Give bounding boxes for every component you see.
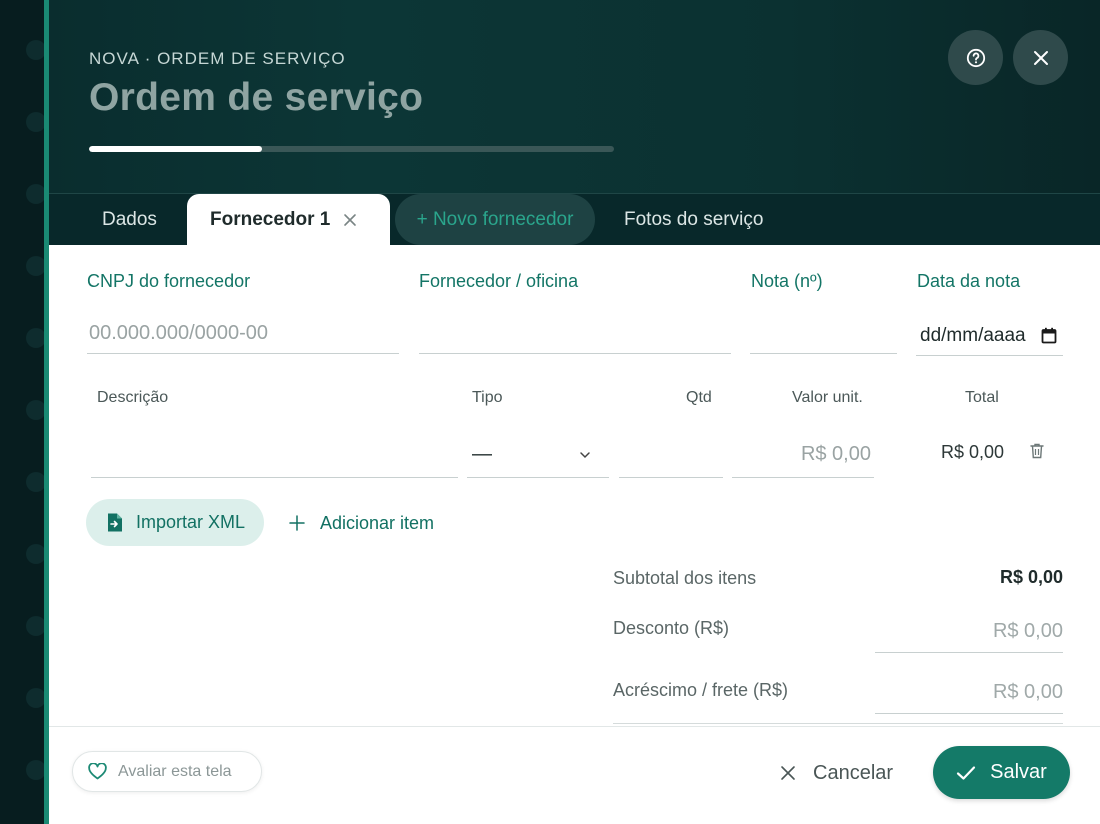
- unit-value-placeholder: R$ 0,00: [800, 443, 871, 465]
- column-qty: Qtd: [686, 389, 712, 406]
- chevron-down-icon: [580, 451, 590, 458]
- page-title: Ordem de serviço: [89, 76, 424, 119]
- column-unit-value: Valor unit.: [792, 389, 863, 406]
- tab-bar: Dados Fornecedor 1 + Novo fornecedor Fot…: [49, 193, 1100, 246]
- close-tab-icon[interactable]: [343, 213, 357, 227]
- eyebrow-text: NOVA · ORDEM DE SERVIÇO: [89, 49, 346, 68]
- add-item-label: Adicionar item: [320, 512, 435, 533]
- item-description-input[interactable]: [91, 432, 458, 478]
- help-button[interactable]: [948, 30, 1003, 85]
- heart-icon: [88, 763, 107, 780]
- cnpj-label: CNPJ do fornecedor: [87, 271, 251, 291]
- cancel-button[interactable]: Cancelar: [780, 757, 893, 789]
- import-xml-label: Importar XML: [136, 512, 246, 532]
- invoice-date-label: Data da nota: [917, 271, 1021, 291]
- save-label: Salvar: [990, 761, 1047, 783]
- item-unit-value-input[interactable]: R$ 0,00: [732, 432, 874, 478]
- file-import-icon: [108, 513, 122, 532]
- progress-bar: [89, 146, 614, 152]
- delete-item-button[interactable]: [1029, 442, 1047, 462]
- date-placeholder: dd/mm/aaaa: [920, 324, 1026, 346]
- item-type-select[interactable]: —: [467, 432, 609, 478]
- invoice-number-input[interactable]: [750, 314, 897, 354]
- discount-label: Desconto (R$): [613, 618, 730, 638]
- discount-input[interactable]: R$ 0,00: [875, 611, 1063, 653]
- surcharge-label: Acréscimo / frete (R$): [613, 680, 789, 700]
- subtotal-value: R$ 0,00: [999, 567, 1063, 587]
- item-qty-input[interactable]: [619, 432, 723, 478]
- modal-header: NOVA · ORDEM DE SERVIÇO Ordem de serviço: [49, 0, 1100, 193]
- tab-fornecedor-1[interactable]: Fornecedor 1: [187, 194, 390, 246]
- column-description: Descrição: [97, 389, 169, 406]
- item-total: R$ 0,00: [941, 442, 1005, 462]
- invoice-date-input[interactable]: dd/mm/aaaa: [916, 316, 1063, 356]
- plus-icon: [289, 515, 305, 531]
- discount-placeholder: R$ 0,00: [992, 620, 1063, 642]
- trash-icon: [1030, 443, 1044, 459]
- tab-dados[interactable]: Dados: [102, 194, 157, 246]
- background-overlay: [0, 0, 44, 824]
- tab-label: Fornecedor 1: [210, 209, 331, 230]
- tab-add-supplier[interactable]: + Novo fornecedor: [395, 194, 595, 245]
- service-order-modal: NOVA · ORDEM DE SERVIÇO Ordem de serviço…: [49, 0, 1100, 824]
- invoice-number-label: Nota (nº): [751, 271, 823, 291]
- rate-screen-button[interactable]: Avaliar esta tela: [72, 751, 262, 792]
- cnpj-placeholder: 00.000.000/0000-00: [89, 322, 269, 344]
- column-total: Total: [965, 389, 999, 406]
- modal-footer: Avaliar esta tela Cancelar Salvar: [49, 726, 1100, 824]
- rate-screen-label: Avaliar esta tela: [118, 762, 232, 780]
- progress-bar-fill: [89, 146, 263, 152]
- surcharge-input[interactable]: R$ 0,00: [875, 672, 1063, 714]
- column-type: Tipo: [472, 389, 503, 406]
- import-xml-button[interactable]: Importar XML: [86, 499, 264, 546]
- close-button[interactable]: [1013, 30, 1068, 85]
- cancel-label: Cancelar: [813, 761, 894, 784]
- close-icon: [1033, 50, 1048, 65]
- save-button[interactable]: Salvar: [933, 746, 1070, 799]
- add-item-button[interactable]: Adicionar item: [289, 506, 434, 540]
- supplier-name-input[interactable]: [419, 314, 731, 354]
- subtotal-label: Subtotal dos itens: [613, 568, 757, 588]
- help-circle-icon: [966, 48, 985, 67]
- supplier-name-label: Fornecedor / oficina: [419, 271, 579, 291]
- surcharge-placeholder: R$ 0,00: [992, 681, 1063, 703]
- close-icon: [781, 766, 795, 780]
- tab-fotos[interactable]: Fotos do serviço: [624, 194, 763, 246]
- check-icon: [957, 765, 976, 780]
- item-type-value: —: [472, 443, 492, 465]
- cnpj-input[interactable]: 00.000.000/0000-00: [87, 314, 399, 354]
- summary-divider: [613, 723, 1063, 724]
- calendar-icon[interactable]: [1041, 327, 1057, 344]
